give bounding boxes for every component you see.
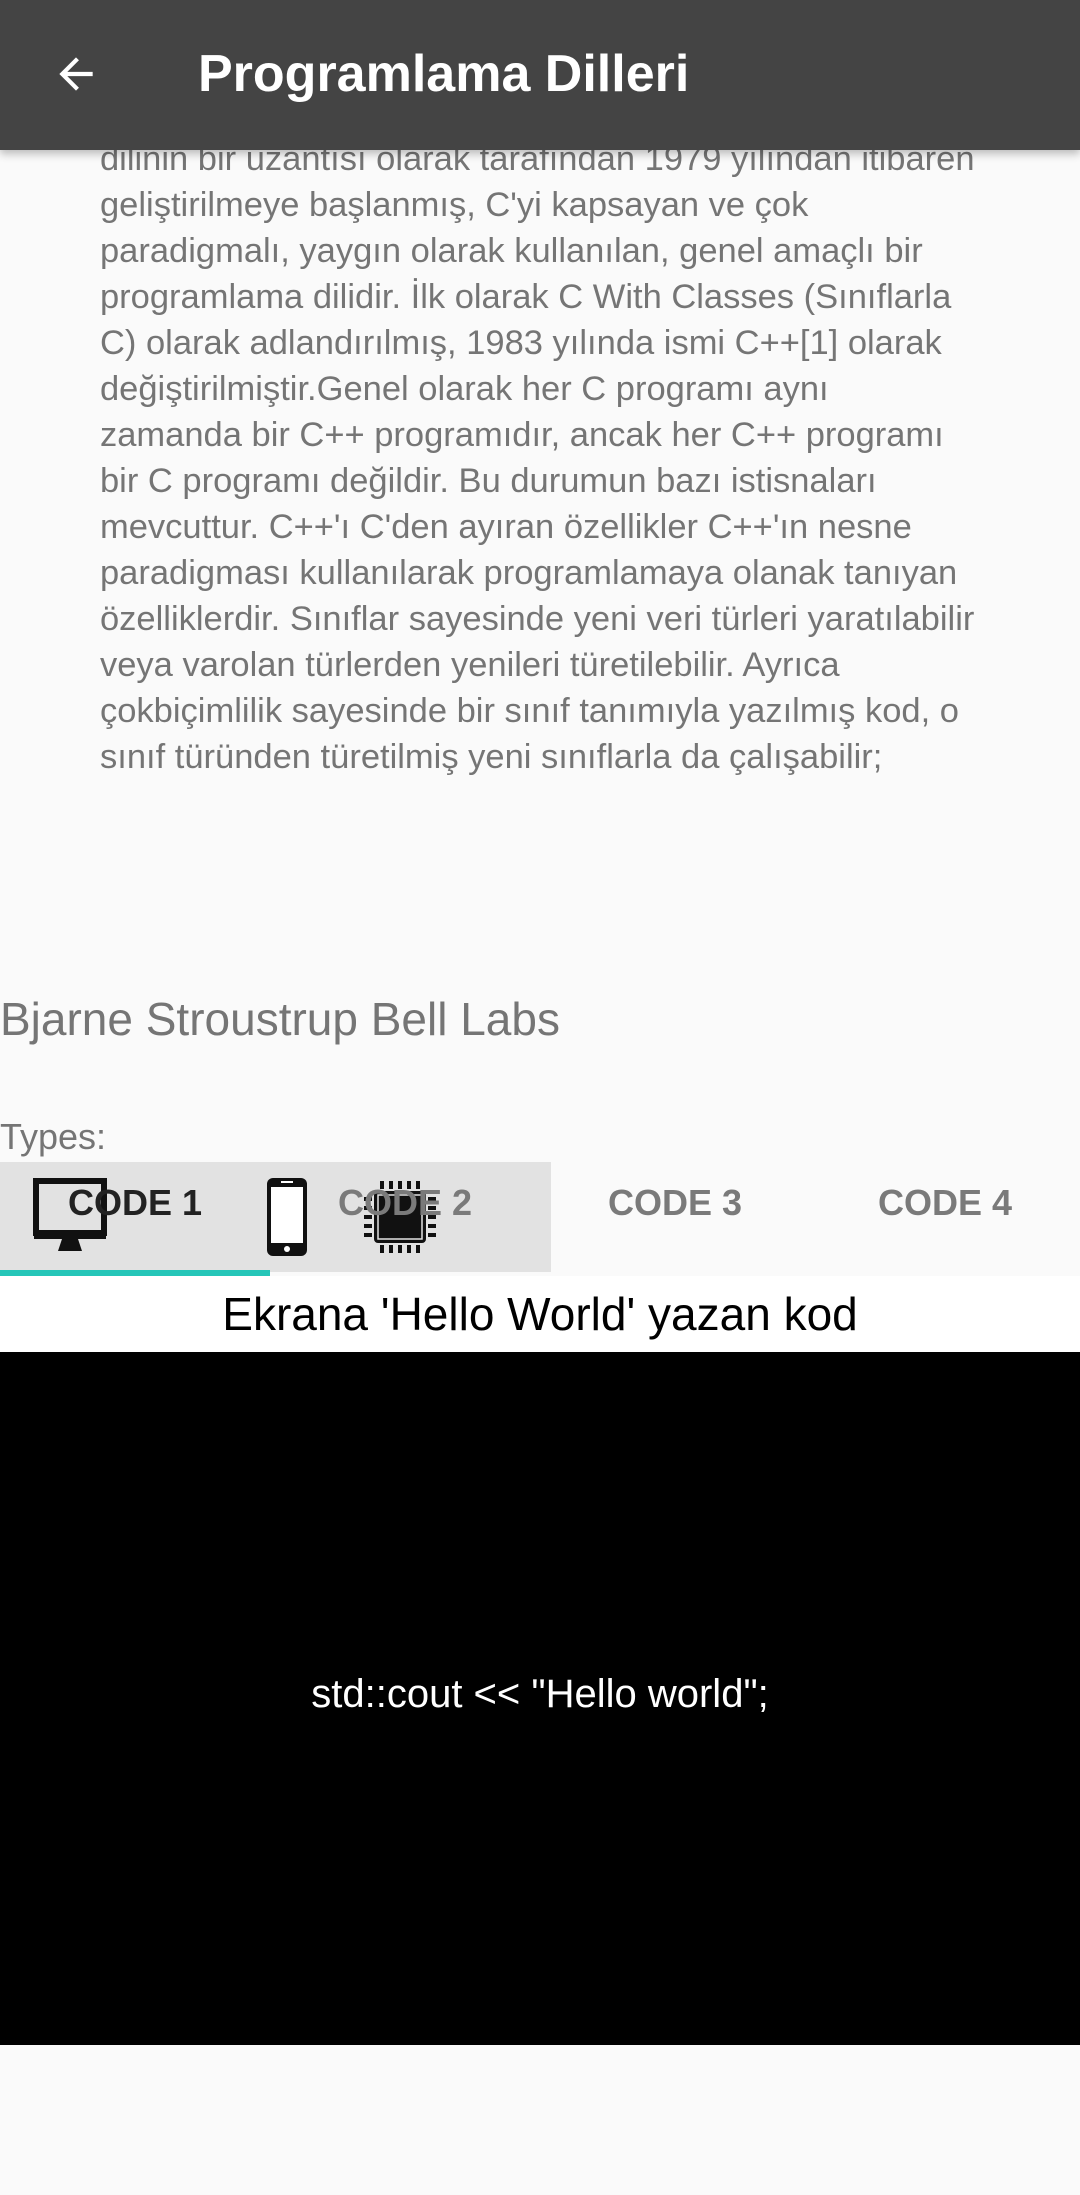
tab-label: CODE 4 bbox=[877, 1182, 1013, 1223]
code-caption-bar: Ekrana 'Hello World' yazan kod bbox=[0, 1276, 1080, 1352]
arrow-back-icon bbox=[51, 49, 101, 104]
tab-code-1[interactable]: CODE 1 bbox=[0, 1130, 270, 1276]
code-caption: Ekrana 'Hello World' yazan kod bbox=[222, 1288, 858, 1340]
tab-code-4[interactable]: CODE 4 bbox=[810, 1130, 1080, 1276]
code-snippet: std::cout << "Hello world"; bbox=[311, 1672, 769, 1716]
tab-label: CODE 2 bbox=[337, 1182, 473, 1223]
code-tabs: CODE 1 CODE 2 CODE 3 CODE 4 bbox=[0, 1130, 1080, 1276]
creator-label: Bjarne Stroustrup Bell Labs bbox=[0, 993, 560, 1045]
code-panel: std::cout << "Hello world"; bbox=[0, 1352, 1080, 2045]
language-description: Bjarne Stroustrup tarafından Bell Labs't… bbox=[100, 150, 975, 776]
tab-label: CODE 3 bbox=[607, 1182, 743, 1223]
back-button[interactable] bbox=[36, 36, 116, 116]
page-title: Programlama Dilleri bbox=[198, 45, 690, 103]
tab-code-3[interactable]: CODE 3 bbox=[540, 1130, 810, 1276]
tab-label: CODE 1 bbox=[67, 1182, 203, 1223]
app-bar: Programlama Dilleri bbox=[0, 0, 1080, 150]
tab-code-2[interactable]: CODE 2 bbox=[270, 1130, 540, 1276]
